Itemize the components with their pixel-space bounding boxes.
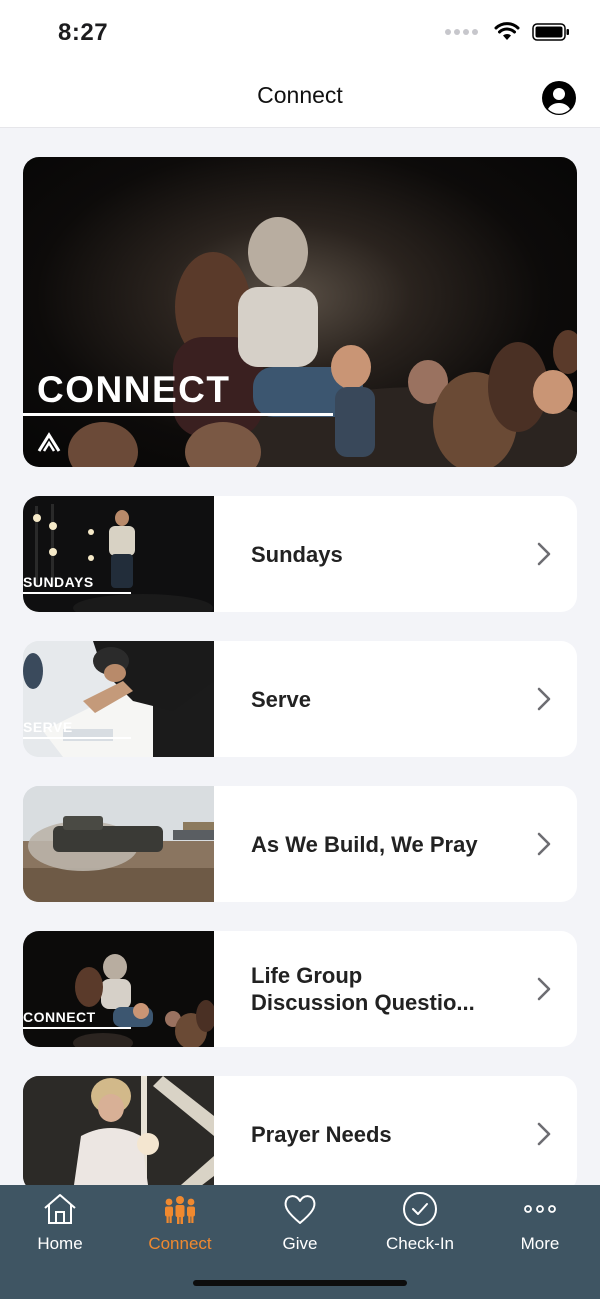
list-item-label: As We Build, We Pray xyxy=(251,831,478,857)
profile-icon[interactable] xyxy=(541,80,577,116)
list-item-label: Prayer Needs xyxy=(251,1121,392,1147)
hero-image xyxy=(68,217,577,467)
list-item-label: Serve xyxy=(251,686,311,712)
serve-thumb-text: SERVE xyxy=(23,719,73,735)
battery-icon xyxy=(532,23,569,41)
hero-underline xyxy=(23,413,333,416)
chevron-right-icon xyxy=(537,687,551,711)
tab-more[interactable]: More xyxy=(480,1185,600,1265)
hero-banner[interactable]: CONNECT xyxy=(23,157,577,467)
thumb-underline xyxy=(23,592,131,594)
list-item-label: Sundays xyxy=(251,541,343,567)
church-logo-icon xyxy=(37,432,61,452)
tab-connect[interactable]: Connect xyxy=(120,1185,240,1265)
tab-label: Check-In xyxy=(385,1234,455,1253)
hero-title: CONNECT xyxy=(37,369,231,410)
tab-label: Give xyxy=(282,1234,318,1253)
life-group-thumbnail: CONNECT xyxy=(23,931,214,1047)
thumb-underline xyxy=(23,737,131,739)
status-icons xyxy=(445,22,570,42)
tab-check-in[interactable]: Check-In xyxy=(360,1185,480,1265)
page-title: Connect xyxy=(257,82,343,108)
home-indicator xyxy=(193,1280,407,1286)
home-icon xyxy=(44,1194,76,1224)
people-icon xyxy=(165,1196,195,1224)
status-time: 8:27 xyxy=(58,19,109,46)
tab-label: Connect xyxy=(148,1234,212,1253)
heart-icon xyxy=(284,1195,316,1224)
wifi-icon xyxy=(494,22,520,40)
chevron-right-icon xyxy=(537,977,551,1001)
tab-label: More xyxy=(520,1234,560,1253)
list-item-prayer-needs[interactable]: Prayer Needs xyxy=(23,1076,577,1185)
life-group-thumb-text: CONNECT xyxy=(23,1009,96,1025)
tab-label: Home xyxy=(37,1234,83,1253)
status-bar: 8:27 xyxy=(0,0,600,66)
list-item-sundays[interactable]: SUNDAYS Sundays xyxy=(23,496,577,612)
ellipsis-icon xyxy=(524,1205,556,1213)
build-thumbnail xyxy=(23,786,214,902)
list-item-as-we-build[interactable]: As We Build, We Pray xyxy=(23,786,577,902)
tab-home[interactable]: Home xyxy=(0,1185,120,1265)
nav-header: Connect xyxy=(0,66,600,128)
chevron-right-icon xyxy=(537,832,551,856)
sundays-thumb-text: SUNDAYS xyxy=(23,574,94,590)
tab-give[interactable]: Give xyxy=(240,1185,360,1265)
serve-thumbnail: SERVE xyxy=(23,641,214,757)
checkmark-circle-icon xyxy=(403,1192,437,1226)
chevron-right-icon xyxy=(537,1122,551,1146)
sundays-thumbnail: SUNDAYS xyxy=(23,496,214,612)
prayer-thumbnail xyxy=(23,1076,214,1185)
list-item-label: Life Group Discussion Questio... xyxy=(251,963,475,1015)
list-item-serve[interactable]: SERVE Serve xyxy=(23,641,577,757)
chevron-right-icon xyxy=(537,542,551,566)
signal-icon xyxy=(445,29,478,35)
thumb-underline xyxy=(23,1027,131,1029)
content-list[interactable]: CONNECT SUNDAYS Sundays SERVE Serve As W… xyxy=(0,128,600,1185)
list-item-life-group[interactable]: CONNECT Life Group Discussion Questio... xyxy=(23,931,577,1047)
